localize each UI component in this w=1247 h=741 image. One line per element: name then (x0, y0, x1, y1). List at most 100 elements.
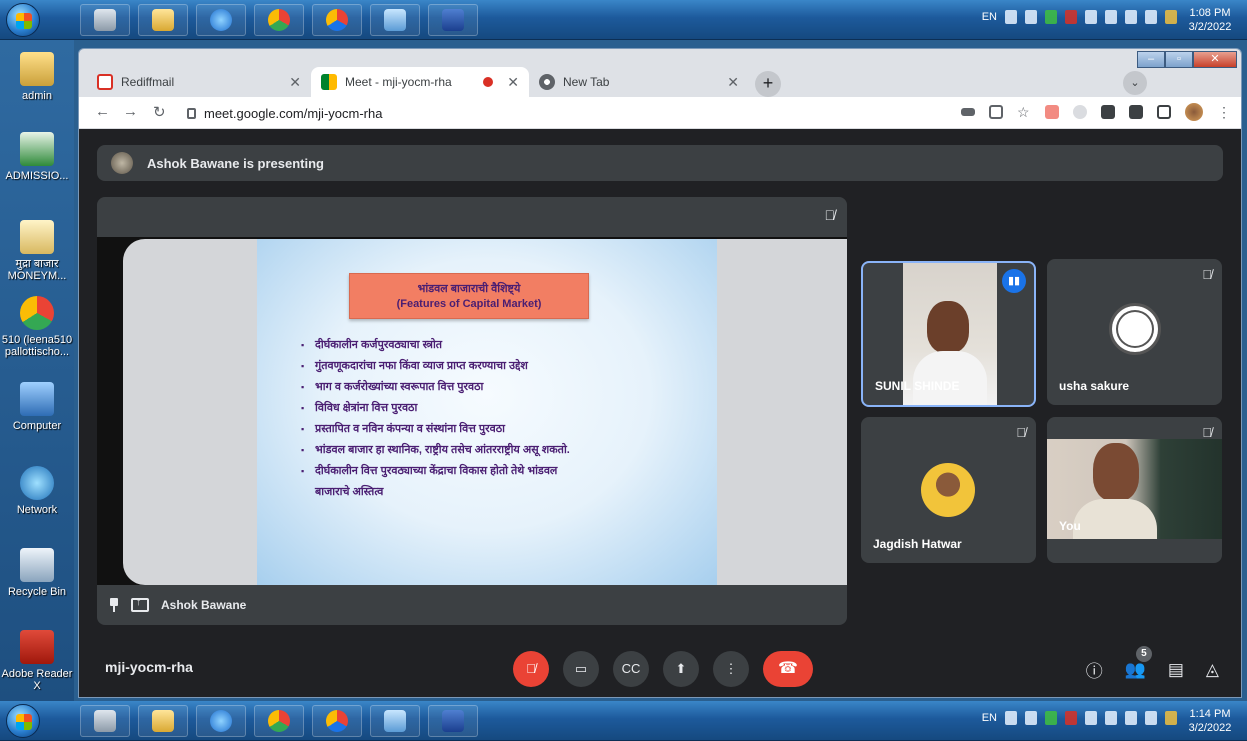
people-button[interactable]: 👥 5 (1125, 645, 1152, 680)
alert-tray-icon[interactable] (1065, 711, 1077, 725)
desktop-icon-admin[interactable]: admin (0, 52, 74, 102)
language-indicator[interactable]: EN (982, 712, 997, 724)
desktop-icon-moneym[interactable]: मुद्रा बाजार MONEYM... (0, 220, 74, 282)
close-tab-icon[interactable]: ✕ (727, 74, 739, 91)
presenting-banner: Ashok Bawane is presenting (97, 145, 1223, 181)
app-tray-icon[interactable] (1045, 10, 1057, 24)
lock-icon[interactable] (187, 107, 196, 119)
back-button[interactable]: ← (95, 103, 110, 120)
slide-title-box: भांडवल बाजाराची वैशिष्ट्ये (Features of … (349, 273, 589, 319)
internet-explorer-icon (210, 9, 232, 31)
signal-icon[interactable] (1085, 10, 1097, 24)
taskbar-app-word[interactable] (428, 4, 478, 36)
tab-new-tab[interactable]: New Tab ✕ (529, 67, 749, 97)
chrome-icon (268, 710, 290, 732)
network-tray-icon[interactable] (1125, 10, 1137, 24)
taskbar-clock[interactable]: 1:08 PM 3/2/2022 (1185, 6, 1235, 34)
participant-tile-you[interactable]: 🎙̸ You (1047, 417, 1222, 563)
close-tab-icon[interactable]: ✕ (289, 74, 301, 91)
extensions-area: ☆ ⋮ (961, 103, 1231, 121)
word-icon (442, 710, 464, 732)
extensions-puzzle-icon[interactable] (1101, 105, 1115, 119)
start-button[interactable] (6, 704, 40, 738)
activities-icon[interactable]: ◬ (1206, 660, 1219, 680)
desktop-icon-adobe-reader[interactable]: Adobe Reader X (0, 630, 74, 692)
taskbar-app-calculator[interactable] (80, 4, 130, 36)
camera-toggle-button[interactable]: ▭ (563, 651, 599, 687)
start-button[interactable] (6, 3, 40, 37)
extension-gray-icon[interactable] (1073, 105, 1087, 119)
recycle-bin-icon (20, 548, 54, 582)
help-icon[interactable] (1025, 711, 1037, 725)
taskbar-app-explorer[interactable] (138, 705, 188, 737)
desktop-icon-label: Network (16, 504, 58, 516)
calculator-icon (94, 710, 116, 732)
microphone-toggle-button[interactable]: 🎙̸ (513, 651, 549, 687)
extension-red-icon[interactable] (1045, 105, 1059, 119)
new-tab-button[interactable]: + (755, 71, 781, 97)
participant-tile-sunil[interactable]: ▮▮ SUNIL SHINDE (861, 261, 1036, 407)
desktop-icon-chrome-profile[interactable]: 510 (leena510 pallottischo... (0, 296, 74, 358)
tab-meet[interactable]: Meet - mji-yocm-rha ✕ (311, 67, 529, 97)
present-now-button[interactable]: ⬆ (663, 651, 699, 687)
captions-button[interactable]: CC (613, 651, 649, 687)
bookmark-star-icon[interactable]: ☆ (1017, 105, 1031, 119)
help-icon[interactable] (1025, 10, 1037, 24)
volume-icon[interactable] (1145, 711, 1157, 725)
keyboard-icon[interactable] (1005, 10, 1017, 24)
chat-icon[interactable]: ▤ (1168, 660, 1184, 680)
participant-tile-jagdish[interactable]: 🎙̸ Jagdish Hatwar (861, 417, 1036, 563)
battery-icon[interactable] (1125, 711, 1137, 725)
meeting-details-icon[interactable]: ⓘ (1086, 657, 1103, 682)
flag-icon[interactable] (1105, 711, 1117, 725)
lab-flask-icon[interactable] (1129, 105, 1143, 119)
pin-icon[interactable] (109, 598, 119, 612)
slide-title-english: (Features of Capital Market) (396, 298, 542, 310)
taskbar-app-chrome-beta[interactable] (312, 705, 362, 737)
more-options-button[interactable]: ⋮ (713, 651, 749, 687)
close-tab-icon[interactable]: ✕ (507, 74, 519, 91)
taskbar-app-ie[interactable] (196, 4, 246, 36)
desktop-icon-computer[interactable]: Computer (0, 382, 74, 432)
leave-call-button[interactable]: ☎ (763, 651, 813, 687)
volume-icon[interactable] (1145, 10, 1157, 24)
camera-indicator-icon[interactable] (961, 108, 975, 116)
power-icon[interactable] (1165, 711, 1177, 725)
language-indicator[interactable]: EN (982, 11, 997, 23)
address-bar[interactable]: meet.google.com/mji-yocm-rha (187, 101, 1017, 125)
side-panel-icon[interactable] (1157, 105, 1171, 119)
presenter-avatar (111, 152, 133, 174)
control-panel-icon (384, 9, 406, 31)
tab-search-button[interactable]: ⌄ (1123, 71, 1147, 95)
recording-indicator-icon (483, 77, 494, 87)
taskbar-app-control-panel[interactable] (370, 4, 420, 36)
taskbar-app-chrome-beta[interactable] (312, 4, 362, 36)
signal-icon[interactable] (1085, 711, 1097, 725)
keyboard-icon[interactable] (1005, 711, 1017, 725)
app-tray-icon[interactable] (1045, 711, 1057, 725)
reload-button[interactable]: ↻ (153, 103, 166, 121)
power-icon[interactable] (1165, 10, 1177, 24)
chrome-beta-icon (326, 710, 348, 732)
taskbar-app-ie[interactable] (196, 705, 246, 737)
taskbar-app-word[interactable] (428, 705, 478, 737)
taskbar-app-explorer[interactable] (138, 4, 188, 36)
participant-tile-usha[interactable]: 🎙̸ usha sakure (1047, 259, 1222, 405)
flag-icon[interactable] (1105, 10, 1117, 24)
share-icon[interactable] (989, 105, 1003, 119)
tab-rediffmail[interactable]: Rediffmail ✕ (87, 67, 311, 97)
taskbar-app-chrome[interactable] (254, 705, 304, 737)
taskbar-app-control-panel[interactable] (370, 705, 420, 737)
taskbar-app-chrome[interactable] (254, 4, 304, 36)
alert-tray-icon[interactable] (1065, 10, 1077, 24)
profile-avatar[interactable] (1185, 103, 1203, 121)
desktop-icon-network[interactable]: Network (0, 466, 74, 516)
menu-kebab-icon[interactable]: ⋮ (1217, 105, 1231, 119)
taskbar-app-calculator[interactable] (80, 705, 130, 737)
taskbar-clock[interactable]: 1:14 PM 3/2/2022 (1185, 707, 1235, 735)
desktop-icon-recycle-bin[interactable]: Recycle Bin (0, 548, 74, 598)
forward-button[interactable]: → (123, 103, 138, 120)
presentation-stage: 🎙̸ भांडवल बाजाराची वैशिष्ट्ये (Features … (97, 197, 847, 625)
desktop-icon-admission[interactable]: ADMISSIO... (0, 132, 74, 182)
taskbar-apps (80, 4, 478, 36)
